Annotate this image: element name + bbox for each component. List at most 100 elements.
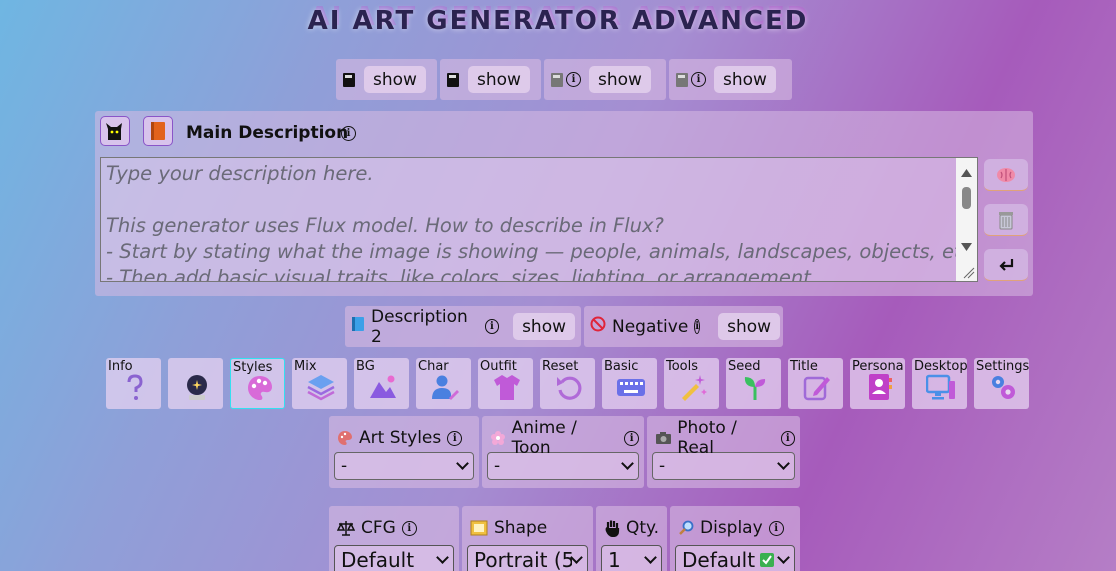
show-button-2[interactable]: show — [468, 66, 530, 93]
show-group-1: show — [336, 59, 437, 100]
sprout-icon — [744, 377, 766, 400]
frame-icon — [470, 520, 488, 536]
quantity-group: Qty. 1 — [596, 506, 667, 571]
layers-icon — [307, 375, 335, 401]
undo-icon — [557, 376, 582, 400]
tool-bg[interactable]: BG — [354, 358, 409, 409]
anime-toon-label: Anime / Toon — [511, 418, 577, 458]
check-box-icon — [760, 553, 775, 567]
anime-toon-group: Anime / Toon i - — [482, 416, 644, 488]
cfg-value: Default — [341, 548, 415, 571]
show-group-3: i show — [544, 59, 666, 100]
info-icon[interactable]: i — [780, 430, 795, 446]
camera-icon — [656, 432, 671, 444]
landscape-icon — [370, 375, 396, 398]
placeholder-line: This generator uses Flux model. How to d… — [106, 214, 664, 237]
info-icon[interactable]: i — [447, 430, 463, 446]
display-group: Display i Default — [670, 506, 800, 571]
cfg-select[interactable]: Default — [334, 545, 454, 571]
display-label: Display — [700, 518, 763, 538]
palette-icon — [248, 376, 272, 400]
negative-label: Negative — [612, 316, 689, 337]
description2-show-button[interactable]: show — [513, 313, 575, 340]
art-styles-select[interactable]: - — [334, 452, 474, 480]
chevron-down-icon — [644, 551, 657, 564]
main-description-input[interactable]: Type your description here. This generat… — [100, 157, 978, 282]
tool-settings[interactable]: Settings — [974, 358, 1029, 409]
keyboard-icon — [617, 379, 645, 396]
chevron-down-icon — [436, 551, 449, 564]
tool-crystal-ball[interactable] — [168, 358, 223, 409]
placeholder-line: - Then add basic visual traits, like col… — [106, 266, 818, 282]
clear-button[interactable] — [984, 204, 1028, 236]
shape-value: Portrait (5 — [474, 548, 573, 571]
show-button-3[interactable]: show — [589, 66, 651, 93]
display-value: Default — [682, 548, 756, 571]
photo-real-group: Photo / Real i - — [647, 416, 800, 488]
anime-toon-value: - — [494, 456, 501, 476]
book-gray-icon: i — [550, 72, 581, 88]
info-icon[interactable]: i — [624, 430, 639, 446]
info-icon[interactable]: i — [484, 319, 500, 334]
info-icon[interactable]: i — [401, 520, 417, 536]
chevron-down-icon — [570, 551, 583, 564]
display-select[interactable]: Default — [675, 545, 795, 571]
info-icon[interactable]: i — [341, 126, 356, 141]
show-toolbar: show show i show i show — [336, 59, 792, 100]
book-orange-icon[interactable] — [143, 116, 173, 146]
show-button-1[interactable]: show — [364, 66, 426, 93]
placeholder-line: Type your description here. — [106, 162, 374, 185]
shirt-icon — [494, 375, 520, 400]
negative-group: Negative i show — [584, 306, 783, 347]
cfg-group: CFG i Default — [329, 506, 459, 571]
tool-styles[interactable]: Styles — [230, 358, 285, 409]
tool-reset[interactable]: Reset — [540, 358, 595, 409]
brain-button[interactable] — [984, 159, 1028, 191]
book-icon — [446, 72, 460, 88]
info-icon[interactable]: i — [691, 72, 706, 87]
info-icon[interactable]: i — [694, 319, 701, 334]
info-icon[interactable]: i — [566, 72, 581, 87]
desktop-icon — [926, 374, 955, 400]
contact-book-icon — [869, 374, 892, 400]
magic-wand-icon — [682, 375, 707, 401]
tool-info[interactable]: Info — [106, 358, 161, 409]
tool-buttons-row: Info Styles Mix BG Char Outfit Reset Bas… — [106, 358, 1029, 409]
style-select-row: Art Styles i - Anime / Toon i - Photo / … — [329, 416, 800, 488]
enter-button[interactable] — [984, 249, 1028, 281]
show-group-4: i show — [669, 59, 792, 100]
edit-icon — [803, 376, 830, 401]
shape-group: Shape Portrait (5 — [462, 506, 593, 571]
tool-desktop[interactable]: Desktop — [912, 358, 968, 409]
shape-select[interactable]: Portrait (5 — [467, 545, 588, 571]
question-icon — [127, 374, 143, 400]
tool-seed[interactable]: Seed — [726, 358, 781, 409]
info-icon[interactable]: i — [768, 520, 784, 536]
tool-title[interactable]: Title — [788, 358, 843, 409]
tool-tools[interactable]: Tools — [664, 358, 719, 409]
quantity-value: 1 — [608, 548, 621, 571]
book-icon — [342, 72, 356, 88]
tool-outfit[interactable]: Outfit — [478, 358, 533, 409]
tool-persona[interactable]: Persona — [850, 358, 905, 409]
tool-basic[interactable]: Basic — [602, 358, 657, 409]
art-styles-label: Art Styles — [359, 428, 442, 448]
show-group-2: show — [440, 59, 541, 100]
tool-mix[interactable]: Mix — [292, 358, 347, 409]
placeholder-line — [106, 187, 947, 213]
blue-book-icon — [351, 316, 365, 337]
brain-icon — [997, 167, 1015, 182]
show-button-4[interactable]: show — [714, 66, 776, 93]
secondary-descriptions-bar: Description 2 i show Negative i show — [345, 306, 783, 347]
cat-icon[interactable] — [100, 116, 130, 146]
negative-show-button[interactable]: show — [718, 313, 781, 340]
blossom-icon — [491, 431, 505, 445]
cfg-label: CFG — [361, 518, 396, 538]
magnifier-icon — [679, 520, 694, 535]
user-edit-icon — [432, 375, 459, 400]
textarea-scrollbar[interactable] — [956, 158, 977, 281]
crystal-ball-icon — [187, 375, 207, 400]
scales-icon — [337, 521, 355, 536]
tool-char[interactable]: Char — [416, 358, 471, 409]
quantity-select[interactable]: 1 — [601, 545, 662, 571]
